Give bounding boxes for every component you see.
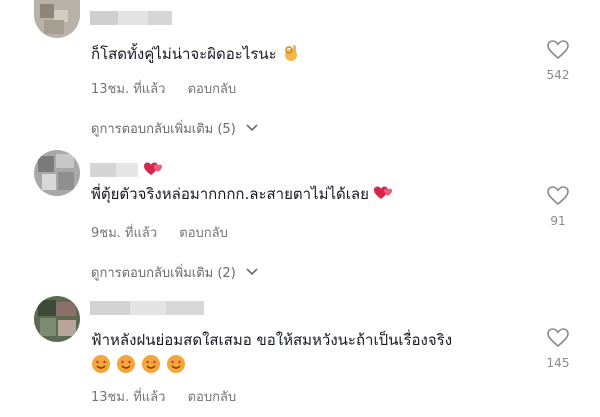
comment-meta: 9ชม. ที่แล้ว ตอบกลับ — [91, 222, 228, 243]
comment-meta: 13ชม. ที่แล้ว ตอบกลับ — [91, 78, 236, 99]
like-count: 145 — [546, 356, 570, 370]
reply-button[interactable]: ตอบกลับ — [188, 390, 237, 405]
username-blurred[interactable] — [90, 162, 138, 177]
heart-icon — [547, 186, 569, 206]
smiling-hearts-emoji — [91, 354, 111, 378]
comment-text: ฟ้าหลังฝนย่อมสดใสเสมอ ขอให้สมหวังนะถ้าเป… — [91, 331, 453, 349]
like-button[interactable]: 91 — [538, 186, 578, 228]
ok-hand-emoji — [282, 44, 300, 67]
like-count: 91 — [550, 214, 566, 228]
smiling-hearts-emoji — [141, 354, 161, 378]
timestamp: 13ชม. ที่แล้ว — [91, 82, 166, 97]
heart-icon — [547, 40, 569, 60]
smiling-hearts-emoji-row — [91, 354, 186, 378]
comment-3: ฟ้าหลังฝนย่อมสดใสเสมอ ขอให้สมหวังนะถ้าเป… — [0, 288, 600, 417]
username-blurred[interactable] — [90, 300, 204, 315]
chevron-down-icon — [246, 265, 258, 280]
like-count: 542 — [546, 68, 570, 82]
username-blurred[interactable] — [90, 10, 172, 25]
view-more-replies-button[interactable]: ดูการตอบกลับเพิ่มเติม (5) — [91, 118, 258, 139]
avatar[interactable] — [34, 150, 80, 196]
reply-button[interactable]: ตอบกลับ — [179, 226, 228, 241]
like-button[interactable]: 542 — [538, 40, 578, 82]
comment-text: พี่ตุ้ยตัวจริงหล่อมากกกก.ละสายตาไม่ได้เล… — [91, 184, 394, 207]
timestamp: 13ชม. ที่แล้ว — [91, 390, 166, 405]
reply-button[interactable]: ตอบกลับ — [188, 82, 237, 97]
timestamp: 9ชม. ที่แล้ว — [91, 226, 158, 241]
two-hearts-emoji — [144, 160, 164, 182]
comment-1: ก็โสดทั้งคู่ไม่น่าจะผิดอะไรนะ 13ชม. ที่แ… — [0, 0, 600, 140]
chevron-down-icon — [246, 121, 258, 136]
two-hearts-emoji — [373, 184, 394, 207]
comment-meta: 13ชม. ที่แล้ว ตอบกลับ — [91, 386, 236, 407]
view-more-replies-button[interactable]: ดูการตอบกลับเพิ่มเติม (2) — [91, 262, 258, 283]
avatar[interactable] — [34, 0, 80, 38]
comment-text: ก็โสดทั้งคู่ไม่น่าจะผิดอะไรนะ — [91, 44, 300, 67]
comment-2: พี่ตุ้ยตัวจริงหล่อมากกกก.ละสายตาไม่ได้เล… — [0, 140, 600, 283]
like-button[interactable]: 145 — [538, 328, 578, 370]
heart-icon — [547, 328, 569, 348]
smiling-hearts-emoji — [116, 354, 136, 378]
avatar[interactable] — [34, 296, 80, 342]
smiling-hearts-emoji — [166, 354, 186, 378]
